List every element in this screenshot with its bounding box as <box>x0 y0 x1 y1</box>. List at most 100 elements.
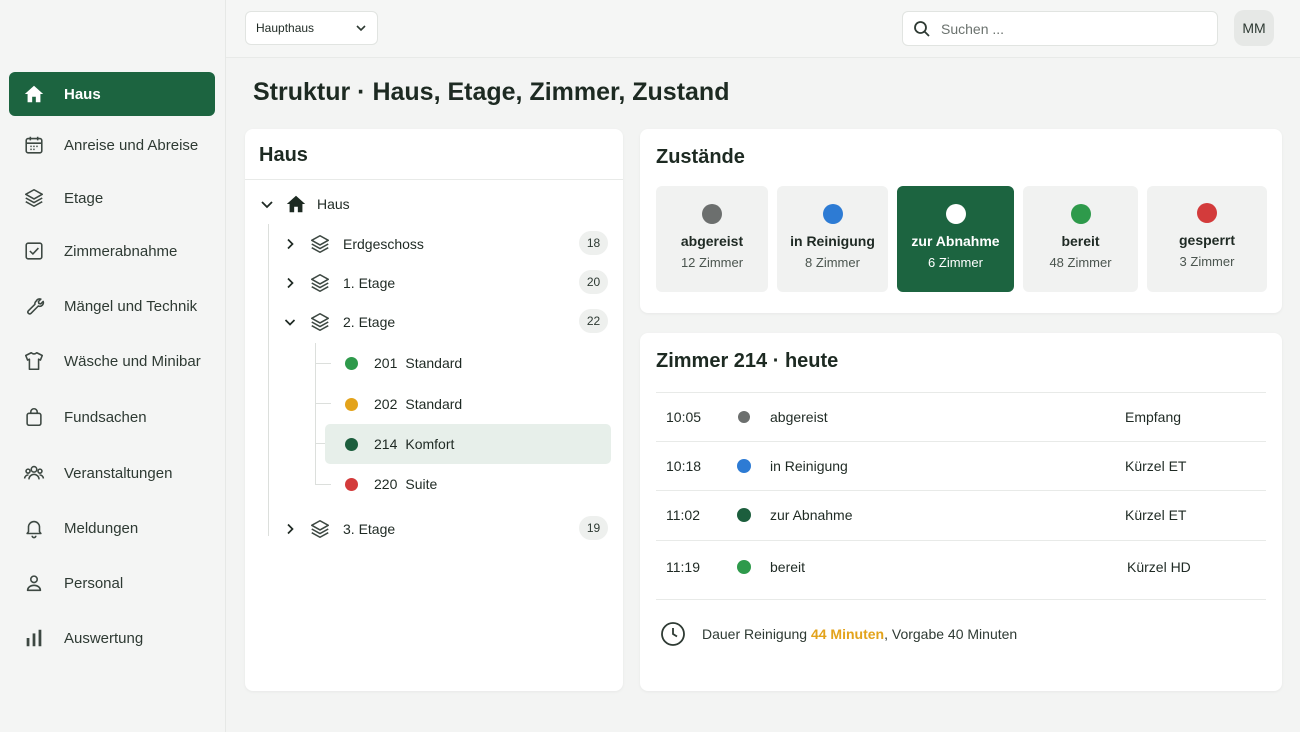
tree-root-label: Haus <box>317 196 350 212</box>
group-icon <box>23 465 45 480</box>
duration-target: , Vorgabe 40 Minuten <box>884 626 1018 642</box>
status-dot <box>345 356 358 370</box>
state-label: zur Abnahme <box>911 233 1000 249</box>
sidebar-item-auswertung[interactable]: Auswertung <box>9 616 215 660</box>
bell-icon <box>26 520 42 539</box>
status-dot <box>1197 203 1217 223</box>
status-dot <box>738 411 750 423</box>
room-type: Standard <box>405 396 463 412</box>
sidebar-item-label: Auswertung <box>64 629 144 647</box>
state-count: 6 Zimmer <box>928 255 983 270</box>
tree-node-floor[interactable]: Erdgeschoss <box>283 231 424 257</box>
sidebar-item-waesche-minibar[interactable]: Wäsche und Minibar <box>9 339 215 383</box>
chevron-right-icon <box>287 238 294 250</box>
search-input[interactable] <box>941 20 1191 37</box>
status-dot <box>737 459 751 473</box>
room-row-selected[interactable]: 214 Komfort <box>325 424 611 464</box>
states-card: Zustände abgereist 12 Zimmer in Reinigun… <box>640 129 1282 313</box>
divider <box>245 179 623 180</box>
room-type: Komfort <box>405 436 455 452</box>
checkbox-icon <box>25 242 43 260</box>
room-row[interactable]: 201 Standard <box>325 343 611 383</box>
history-actor: Kürzel HD <box>1127 558 1191 575</box>
status-dot <box>345 397 358 411</box>
page-title: Struktur · Haus, Etage, Zimmer, Zustand <box>253 78 730 106</box>
house-select[interactable]: Haupthaus <box>245 11 378 45</box>
sidebar-item-personal[interactable]: Personal <box>9 561 215 605</box>
room-number: 214 <box>374 436 398 452</box>
count-badge: 20 <box>579 270 608 294</box>
history-time: 11:19 <box>666 558 700 575</box>
sidebar-item-maengel-technik[interactable]: Mängel und Technik <box>9 284 215 328</box>
chevron-right-icon <box>287 523 294 535</box>
sidebar-item-label: Meldungen <box>64 519 139 537</box>
history-actor: Empfang <box>1125 409 1182 425</box>
status-dot <box>345 437 358 451</box>
layers-icon <box>310 519 330 539</box>
state-count: 3 Zimmer <box>1179 254 1235 269</box>
sidebar-item-label: Wäsche und Minibar <box>64 352 201 370</box>
sidebar-item-label: Personal <box>64 574 124 592</box>
shirt-icon <box>24 351 44 371</box>
calendar-icon <box>25 136 43 154</box>
status-dot <box>1070 204 1091 224</box>
room-row[interactable]: 202 Standard <box>325 384 611 424</box>
status-dot <box>345 477 358 491</box>
floor-label: 3. Etage <box>343 521 396 537</box>
history-time: 11:02 <box>666 507 700 523</box>
sidebar-item-fundsachen[interactable]: Fundsachen <box>9 395 215 439</box>
room-number: 220 <box>374 476 398 492</box>
state-tile-bereit[interactable]: bereit 48 Zimmer <box>1023 186 1138 292</box>
tree-node-floor[interactable]: 1. Etage <box>283 270 395 296</box>
chevron-down-icon <box>261 201 273 209</box>
bag-icon <box>26 408 42 427</box>
history-time: 10:05 <box>666 409 702 425</box>
history-row: 10:05 abgereist Empfang <box>656 392 1266 441</box>
count-badge: 22 <box>579 309 608 333</box>
sidebar-item-label: Etage <box>64 189 104 207</box>
tree-guide <box>268 224 269 536</box>
sidebar-item-zimmerabnahme[interactable]: Zimmerabnahme <box>9 229 215 273</box>
tree-node-floor[interactable]: 2. Etage <box>283 309 395 335</box>
sidebar-item-anreise-abreise[interactable]: Anreise und Abreise <box>9 123 215 167</box>
sidebar-item-haus[interactable]: Haus <box>9 72 215 116</box>
status-dot <box>822 204 843 224</box>
history-status: bereit <box>770 558 806 575</box>
sidebar-item-veranstaltungen[interactable]: Veranstaltungen <box>9 451 215 495</box>
status-dot <box>702 204 722 224</box>
chevron-down-icon <box>284 319 296 326</box>
room-number: 202 <box>374 396 398 412</box>
avatar[interactable]: MM <box>1234 10 1274 46</box>
room-row[interactable]: 220 Suite <box>325 464 611 504</box>
duration-value: 44 Minuten <box>810 626 885 642</box>
sidebar-item-etage[interactable]: Etage <box>9 176 215 220</box>
tree-node-floor[interactable]: 3. Etage <box>283 516 395 542</box>
sidebar-item-label: Haus <box>64 85 101 103</box>
state-tile-reinigung[interactable]: in Reinigung 8 Zimmer <box>777 186 888 292</box>
search-box[interactable] <box>902 11 1218 46</box>
state-count: 48 Zimmer <box>1049 255 1112 270</box>
divider <box>656 599 1266 600</box>
chevron-down-icon <box>356 25 366 32</box>
room-type: Standard <box>405 355 463 371</box>
tree-title: Haus <box>259 144 308 166</box>
state-label: abgereist <box>680 233 744 249</box>
state-tile-gesperrt[interactable]: gesperrt 3 Zimmer <box>1147 186 1267 292</box>
tree-node-root[interactable]: Haus <box>259 191 350 217</box>
tree-card: Haus Haus Erdgeschoss 18 1. Etage 20 2. … <box>245 129 623 691</box>
state-label: gesperrt <box>1178 232 1236 248</box>
search-icon <box>914 20 930 37</box>
bar-chart-icon <box>26 629 42 647</box>
sidebar-item-label: Fundsachen <box>64 408 147 426</box>
tree-guide <box>315 343 316 484</box>
sidebar-item-label: Zimmerabnahme <box>64 242 178 260</box>
state-tile-abnahme[interactable]: zur Abnahme 6 Zimmer <box>897 186 1014 292</box>
sidebar-item-label: Mängel und Technik <box>64 297 198 315</box>
sidebar: Haus Anreise und Abreise Etage Zimmerabn… <box>0 0 226 732</box>
history-status: abgereist <box>770 409 828 425</box>
layers-icon <box>310 312 330 332</box>
status-dot <box>737 559 751 574</box>
state-count: 8 Zimmer <box>805 255 860 270</box>
sidebar-item-meldungen[interactable]: Meldungen <box>9 506 215 550</box>
state-tile-abgereist[interactable]: abgereist 12 Zimmer <box>656 186 768 292</box>
